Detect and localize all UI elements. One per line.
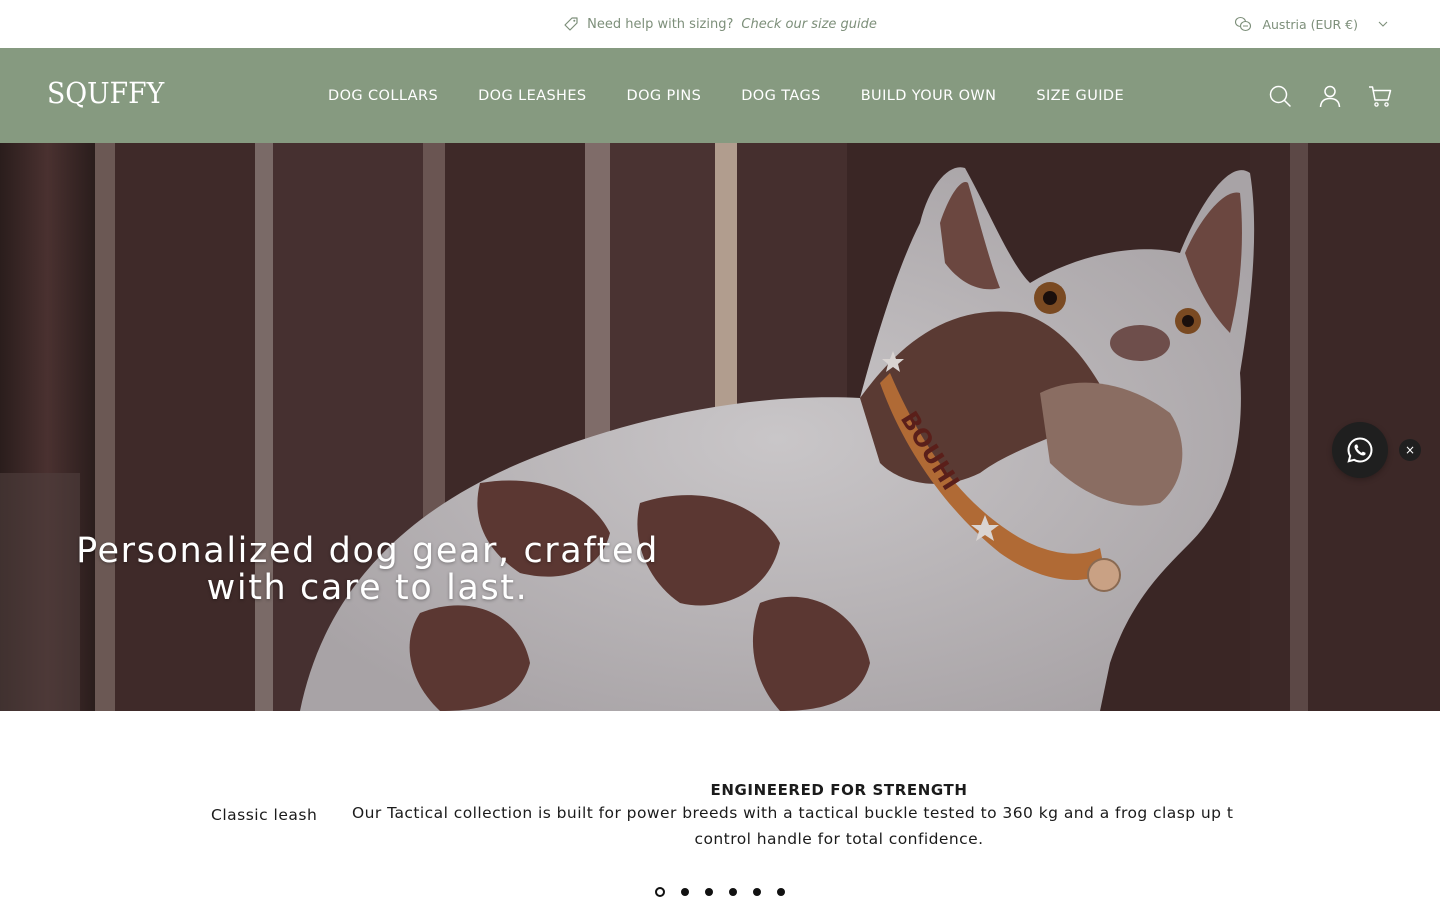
slider-dot-2[interactable] bbox=[681, 888, 689, 896]
main-nav: DOG COLLARS DOG LEASHES DOG PINS DOG TAG… bbox=[308, 48, 1144, 143]
slider-dot-1[interactable] bbox=[655, 887, 665, 897]
feature-description: Our Tactical collection is built for pow… bbox=[352, 804, 1233, 822]
country-selector[interactable]: Austria (EUR €) bbox=[1234, 0, 1388, 48]
feature-title: ENGINEERED FOR STRENGTH bbox=[710, 781, 968, 799]
ticket-icon bbox=[564, 17, 578, 31]
slider-dot-4[interactable] bbox=[729, 888, 737, 896]
hero-image: BOUHI bbox=[0, 143, 1440, 711]
currency-icon bbox=[1235, 16, 1252, 32]
announcement-bar: Need help with sizing? Check our size gu… bbox=[0, 0, 1440, 48]
nav-build-your-own[interactable]: BUILD YOUR OWN bbox=[841, 88, 1017, 104]
feature-description-clip: Our Tactical collection is built for pow… bbox=[348, 804, 1233, 828]
size-guide-link[interactable]: Check our size guide bbox=[741, 17, 876, 32]
whatsapp-icon bbox=[1347, 437, 1373, 463]
country-label: Austria (EUR €) bbox=[1262, 16, 1358, 32]
chevron-down-icon bbox=[1378, 21, 1388, 27]
header-actions bbox=[1268, 48, 1392, 143]
chat-close-button[interactable]: × bbox=[1399, 439, 1421, 461]
announcement-text: Need help with sizing? bbox=[587, 16, 734, 32]
cart-icon[interactable] bbox=[1368, 84, 1392, 108]
slider-dots bbox=[655, 887, 785, 897]
nav-dog-tags[interactable]: DOG TAGS bbox=[721, 88, 840, 104]
hero-title: Personalized dog gear, crafted with care… bbox=[76, 531, 659, 608]
feature-description-continued: control handle for total confidence. bbox=[694, 830, 984, 848]
slider-dot-6[interactable] bbox=[777, 888, 785, 896]
feature-slider: ENGINEERED FOR STRENGTH Classic leash Ou… bbox=[0, 711, 1440, 900]
search-icon[interactable] bbox=[1268, 84, 1292, 108]
account-icon[interactable] bbox=[1318, 84, 1342, 108]
logo[interactable]: SQUFFY bbox=[47, 76, 164, 110]
nav-dog-collars[interactable]: DOG COLLARS bbox=[308, 88, 458, 104]
announcement-message: Need help with sizing? Check our size gu… bbox=[0, 0, 1440, 48]
nav-dog-leashes[interactable]: DOG LEASHES bbox=[458, 88, 606, 104]
previous-slide-label[interactable]: Classic leash bbox=[211, 806, 317, 824]
slider-dot-5[interactable] bbox=[753, 888, 761, 896]
hero-banner: BOUHI Personalized dog gear, crafted wit… bbox=[0, 143, 1440, 711]
site-header: SQUFFY DOG COLLARS DOG LEASHES DOG PINS … bbox=[0, 48, 1440, 143]
nav-dog-pins[interactable]: DOG PINS bbox=[607, 88, 722, 104]
slider-dot-3[interactable] bbox=[705, 888, 713, 896]
nav-size-guide[interactable]: SIZE GUIDE bbox=[1016, 88, 1144, 104]
whatsapp-button[interactable] bbox=[1332, 422, 1388, 478]
